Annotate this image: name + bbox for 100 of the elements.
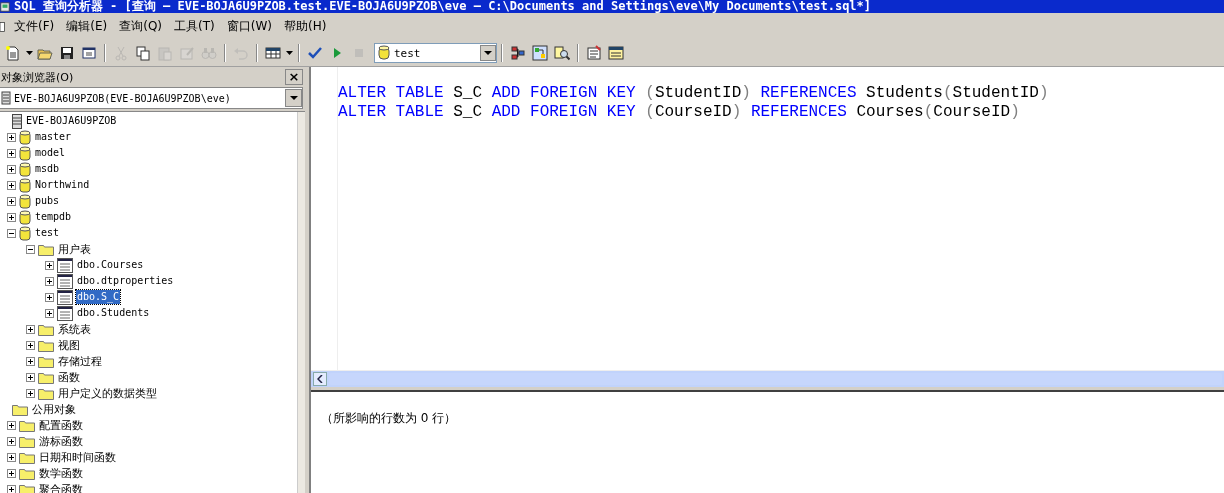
expand-toggle-icon[interactable] [7,228,16,238]
table-icon [57,305,73,321]
app-icon [0,1,10,12]
scissors-icon [113,45,129,61]
clipboard-icon [157,45,173,61]
code-line: ALTER TABLE S_C ADD FOREIGN KEY (StudentID) REFERENCES Students(StudentID) [338,84,1049,103]
expand-toggle-icon[interactable] [26,372,35,382]
edit-icon [179,45,195,61]
tree-item[interactable]: dbo.Students [76,306,151,320]
tree-item[interactable]: 用户表 [57,241,92,257]
diagram-icon [510,45,526,61]
expand-toggle-icon[interactable] [26,356,35,366]
close-button[interactable]: × [285,69,303,85]
database-icon [378,45,390,61]
expand-toggle-icon[interactable] [7,436,16,446]
server-icon [1,91,11,105]
folder-icon [38,338,54,352]
tree-item[interactable]: master [34,130,73,144]
table-icon [57,289,73,305]
tree-item[interactable]: 游标函数 [38,433,84,449]
expand-toggle-icon[interactable] [7,212,16,222]
result-message: （所影响的行数为 0 行） [321,411,457,425]
browser-icon [532,45,548,61]
new-file-icon [5,45,21,61]
folder-icon [38,386,54,400]
tree-item[interactable]: Northwind [34,178,91,192]
copy-icon [135,45,151,61]
folder-icon [38,370,54,384]
database-icon [19,177,31,193]
tree-item[interactable]: 函数 [57,369,81,385]
expand-toggle-icon[interactable] [26,340,35,350]
search-icon [554,45,570,61]
tree-item[interactable]: 存储过程 [57,353,103,369]
tree-item[interactable]: 用户定义的数据类型 [57,385,158,401]
tree-item[interactable]: EVE-BOJA6U9PZOB [25,114,118,128]
expand-toggle-icon[interactable] [7,196,16,206]
database-icon [19,145,31,161]
scrollbar[interactable] [297,112,305,493]
tree-item[interactable]: dbo.dtproperties [76,274,175,288]
menu-item[interactable]: 帮助(H) [277,16,333,37]
database-icon [19,209,31,225]
folder-icon [19,466,35,480]
menu-item[interactable]: 编辑(E) [60,16,114,37]
expand-toggle-icon[interactable] [26,388,35,398]
grid-icon [265,45,281,61]
folder-icon [38,242,54,256]
expand-toggle-icon[interactable] [7,484,16,493]
tree-item[interactable]: dbo.Courses [76,258,145,272]
tree-item[interactable]: pubs [34,194,61,208]
folder-icon [19,434,35,448]
table-icon [608,45,624,61]
expand-toggle-icon[interactable] [45,308,54,318]
expand-toggle-icon[interactable] [45,292,54,302]
tree-item[interactable]: 配置函数 [38,417,84,433]
expand-toggle-icon[interactable] [7,164,16,174]
window-icon [81,45,97,61]
expand-toggle-icon[interactable] [45,276,54,286]
expand-toggle-icon[interactable] [7,452,16,462]
tree-item[interactable]: test [34,226,61,240]
server-dropdown[interactable]: EVE-BOJA6U9PZOB(EVE-BOJA6U9PZOB\eve) [0,87,303,109]
database-icon [19,225,31,241]
tree-item[interactable]: 日期和时间函数 [38,449,117,465]
tree-item[interactable]: 数学函数 [38,465,84,481]
tree-item[interactable]: 系统表 [57,321,92,337]
database-icon [19,129,31,145]
caret-icon [484,50,492,56]
document-icon [0,19,6,34]
expand-toggle-icon[interactable] [26,324,35,334]
properties-icon [586,45,602,61]
database-icon [19,193,31,209]
expand-toggle-icon[interactable] [7,420,16,430]
folder-icon [12,402,28,416]
code-editor[interactable]: ALTER TABLE S_C ADD FOREIGN KEY (StudentID) REFERENCES Students(StudentID) ALTER TABLE S_C ADD FOREIGN KEY (CourseID) REFERENCES Courses(CourseID) [311,67,1224,370]
expand-toggle-icon[interactable] [7,132,16,142]
caret-icon [289,95,298,101]
server-icon [12,113,22,129]
expand-toggle-icon[interactable] [7,148,16,158]
panel-title: 对象浏览器(O) [1,69,74,85]
expand-toggle-icon[interactable] [7,180,16,190]
tree-item[interactable]: msdb [34,162,61,176]
folder-icon [38,354,54,368]
folder-icon [19,418,35,432]
database-dropdown[interactable]: test [374,43,497,63]
tree-item[interactable]: model [34,146,67,160]
menu-item[interactable]: 工具(T) [168,16,221,37]
code-line: ALTER TABLE S_C ADD FOREIGN KEY (CourseID) REFERENCES Courses(CourseID) [338,103,1021,122]
tree-item[interactable]: 视图 [57,337,81,353]
menu-item[interactable]: 查询(Q) [113,16,169,37]
window-title: SQL 查询分析器 - [查询 — EVE-BOJA6U9PZOB.test.EVE-BOJA6U9PZOB\eve — C:\Documents and Settings\eve\My Documents\test.sql*] [14,0,872,13]
menu-item[interactable]: 文件(F) [8,16,61,37]
tree-item[interactable]: tempdb [34,210,73,224]
tree-item[interactable]: dbo.S_C [76,290,121,304]
database-icon [19,161,31,177]
expand-toggle-icon[interactable] [26,244,35,254]
checkmark-icon [307,45,323,61]
tree-item[interactable]: 公用对象 [31,401,77,417]
folder-icon [19,482,35,493]
menu-item[interactable]: 窗口(W) [220,16,278,37]
expand-toggle-icon[interactable] [7,468,16,478]
expand-toggle-icon[interactable] [45,260,54,270]
